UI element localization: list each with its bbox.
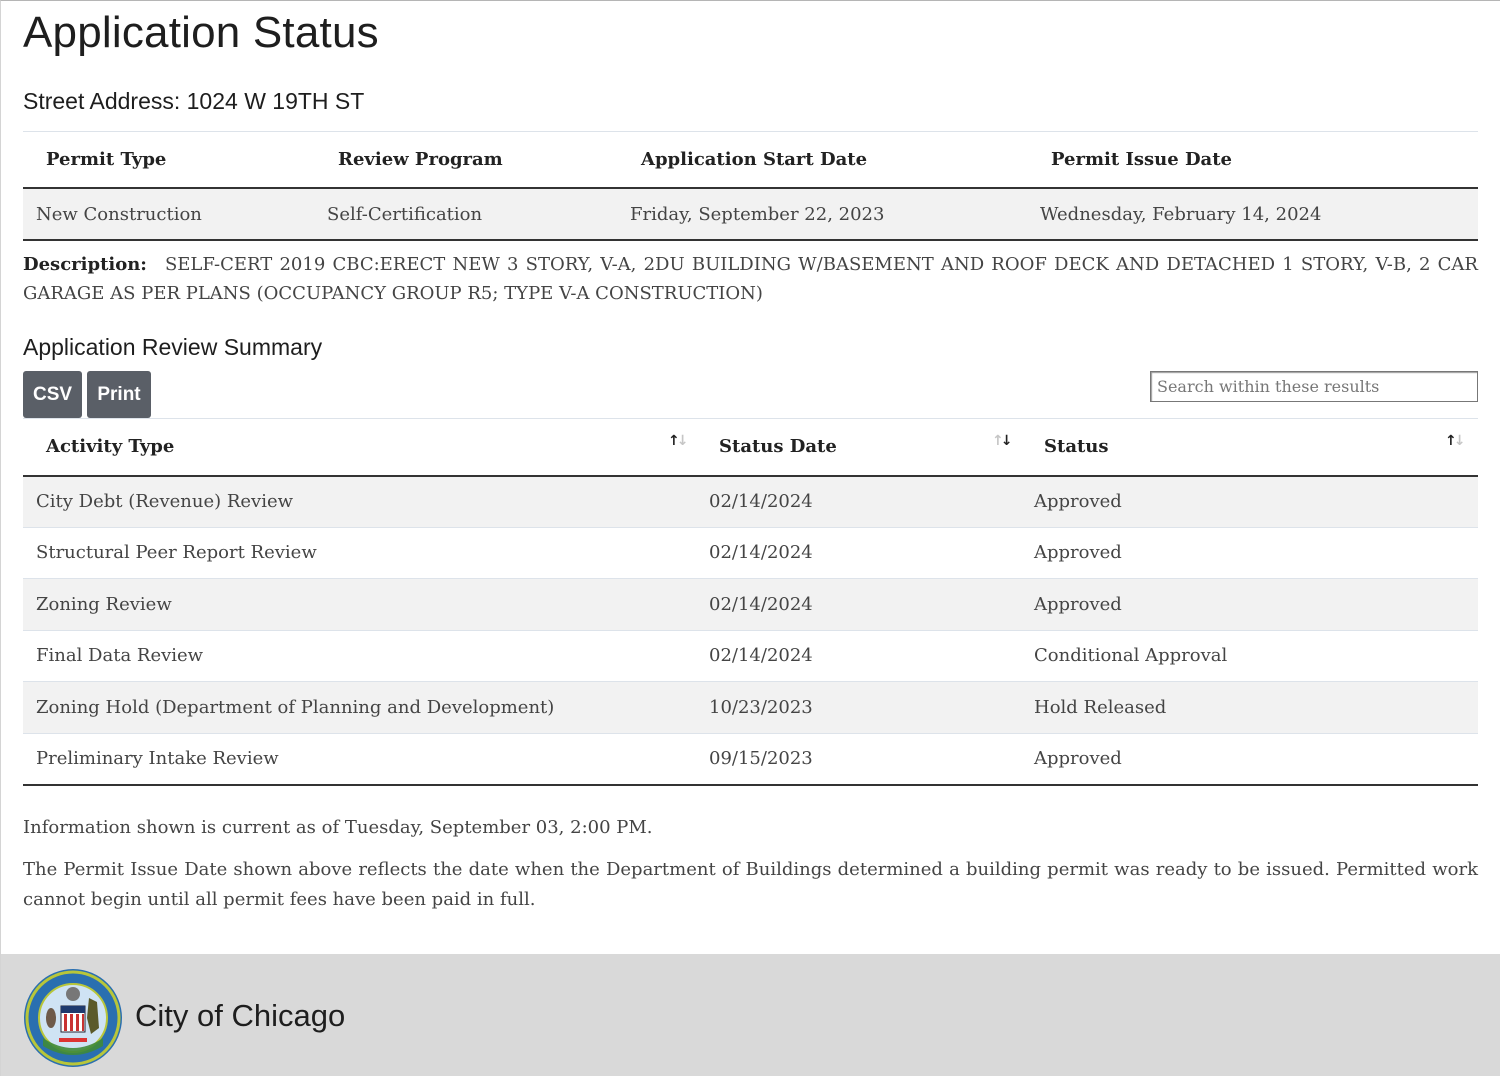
issue-date-value: Wednesday, February 14, 2024 — [1028, 188, 1478, 241]
status-cell: Approved — [1021, 475, 1478, 528]
review-header-row: Activity Type ↑↓ Status Date ↑↓ Status ↑… — [23, 418, 1478, 477]
permit-header-row: Permit Type Review Program Application S… — [23, 132, 1478, 189]
footer: City of Chicago — [1, 954, 1500, 1076]
activity-type-cell: Final Data Review — [23, 630, 696, 682]
street-address-value: 1024 W 19TH ST — [186, 88, 365, 114]
status-cell: Approved — [1021, 578, 1478, 631]
activity-type-header-label: Activity Type — [46, 436, 175, 458]
status-cell: Approved — [1021, 527, 1478, 579]
street-address: Street Address: 1024 W 19TH ST — [23, 88, 364, 115]
description-label: Description: — [23, 254, 147, 275]
activity-type-cell: Structural Peer Report Review — [23, 527, 696, 579]
sort-icon[interactable]: ↑↓ — [1445, 433, 1465, 449]
start-date-header: Application Start Date — [618, 132, 1028, 189]
activity-type-cell: City Debt (Revenue) Review — [23, 475, 696, 528]
status-header-label: Status — [1044, 436, 1109, 458]
review-program-value: Self-Certification — [315, 188, 618, 241]
table-row: Zoning Review 02/14/2024 Approved — [23, 578, 1478, 631]
table-row: Final Data Review 02/14/2024 Conditional A… — [23, 630, 1478, 682]
print-button[interactable]: Print — [87, 371, 151, 418]
current-as-of-note: Information shown is current as of Tuesd… — [23, 817, 653, 838]
status-date-cell: 02/14/2024 — [696, 630, 1021, 682]
description-text: SELF-CERT 2019 CBC:ERECT NEW 3 STORY, V-… — [23, 254, 1478, 304]
review-table-body: City Debt (Revenue) Review 02/14/2024 Appr… — [23, 475, 1478, 786]
permit-row: New Construction Self-Certification Frid… — [23, 188, 1478, 241]
page-title: Application Status — [23, 8, 379, 57]
table-row: Zoning Hold (Department of Planning and … — [23, 681, 1478, 734]
status-date-header[interactable]: Status Date ↑↓ — [696, 418, 1021, 477]
activity-type-cell: Zoning Review — [23, 578, 696, 631]
permit-issue-date-note: The Permit Issue Date shown above reflec… — [23, 859, 1478, 910]
permit-type-header: Permit Type — [23, 132, 315, 189]
search-input[interactable] — [1150, 371, 1478, 402]
status-date-cell: 09/15/2023 — [696, 733, 1021, 786]
table-row: City Debt (Revenue) Review 02/14/2024 Appr… — [23, 475, 1478, 528]
status-date-cell: 10/23/2023 — [696, 681, 1021, 734]
status-date-cell: 02/14/2024 — [696, 527, 1021, 579]
activity-type-cell: Zoning Hold (Department of Planning and … — [23, 681, 696, 734]
status-date-header-label: Status Date — [719, 436, 837, 458]
review-program-header: Review Program — [315, 132, 618, 189]
status-cell: Hold Released — [1021, 681, 1478, 734]
issue-date-header: Permit Issue Date — [1028, 132, 1478, 189]
csv-button[interactable]: CSV — [23, 371, 82, 418]
status-date-cell: 02/14/2024 — [696, 475, 1021, 528]
permit-type-value: New Construction — [23, 188, 315, 241]
activity-type-cell: Preliminary Intake Review — [23, 733, 696, 786]
street-address-label: Street Address: — [23, 88, 181, 114]
city-seal-icon — [24, 969, 122, 1067]
review-summary-title: Application Review Summary — [23, 334, 323, 360]
status-header[interactable]: Status ↑↓ — [1021, 418, 1478, 477]
status-cell: Conditional Approval — [1021, 630, 1478, 682]
status-date-cell: 02/14/2024 — [696, 578, 1021, 631]
status-cell: Approved — [1021, 733, 1478, 786]
start-date-value: Friday, September 22, 2023 — [618, 188, 1028, 241]
sort-icon[interactable]: ↑↓ — [992, 433, 1012, 449]
review-table: Activity Type ↑↓ Status Date ↑↓ Status ↑… — [23, 418, 1478, 786]
footer-title: City of Chicago — [135, 998, 346, 1033]
sort-icon[interactable]: ↑↓ — [668, 433, 688, 449]
permit-description: Description: SELF-CERT 2019 CBC:ERECT NEW… — [23, 250, 1478, 308]
table-row: Structural Peer Report Review 02/14/2024 A… — [23, 527, 1478, 579]
activity-type-header[interactable]: Activity Type ↑↓ — [23, 418, 696, 477]
table-row: Preliminary Intake Review 09/15/2023 Appro… — [23, 733, 1478, 786]
permit-summary-table: Permit Type Review Program Application S… — [23, 132, 1478, 241]
